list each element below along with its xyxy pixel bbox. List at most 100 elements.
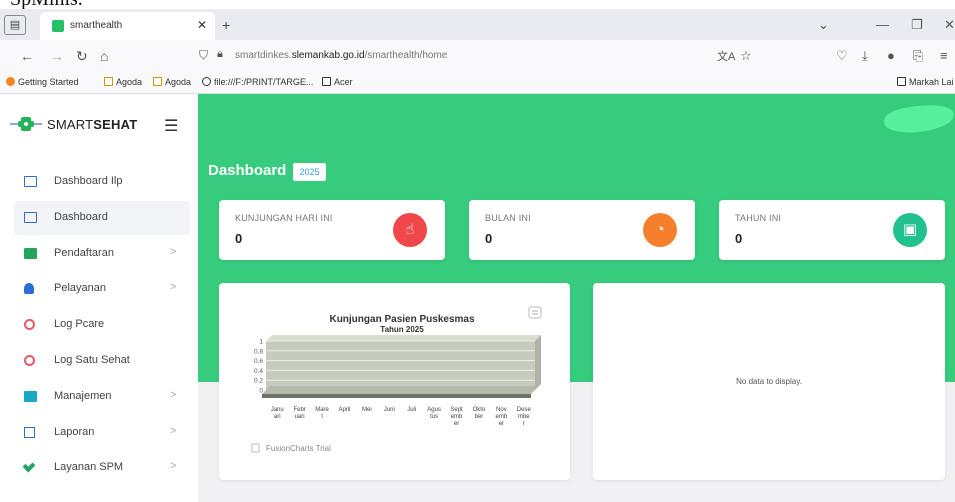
bookmark-star-icon[interactable]: ☆ [740, 48, 752, 64]
fusioncharts-logo-icon [251, 443, 260, 453]
x-tick-label: Mare [315, 407, 329, 413]
y-tick-label: 0.2 [254, 378, 263, 385]
sidebar-item-dashboard[interactable]: Dashboard [14, 200, 190, 235]
folder-icon [322, 77, 331, 86]
x-tick-label: emb [451, 414, 463, 420]
chart-menu-icon[interactable] [528, 306, 542, 319]
sidebar-item-laporan[interactable]: Laporan > [14, 416, 190, 450]
home-icon[interactable]: ⌂ [100, 48, 108, 64]
back-icon[interactable]: ← [20, 48, 34, 64]
plot-top-face [266, 335, 541, 341]
x-tick-label: Juni [384, 407, 395, 413]
chart-floor [262, 386, 539, 394]
agoda-icon [104, 77, 113, 86]
sidebar-item-layanan-spm[interactable]: Layanan SPM > [14, 451, 190, 485]
stat-card-kunjungan-hari-ini: KUNJUNGAN HARI INI 0 ☝ [219, 200, 445, 260]
no-data-message: No data to display. [736, 377, 802, 386]
sidebar-item-label: Pendaftaran [54, 246, 114, 259]
sidebar-item-label: Dashboard Ilp [54, 175, 123, 187]
translate-icon[interactable]: 文A [717, 48, 735, 64]
url-text: smartdinkes.slemankab.go.id/smarthealth/… [235, 50, 447, 61]
sidebar-item-manajemen[interactable]: Manajemen > [14, 380, 190, 414]
x-tick-label: er [499, 421, 504, 427]
x-tick-label: April [338, 407, 350, 413]
sidebar-item-label: Pelayanan [54, 282, 106, 295]
y-tick-label: 0.6 [254, 358, 263, 365]
hamburger-menu-icon[interactable]: ☰ [164, 116, 178, 136]
redaction-scribble [883, 103, 955, 135]
pocket-icon[interactable]: ♡ [836, 48, 848, 64]
minimize-icon[interactable]: — [876, 17, 889, 32]
chevron-right-icon: > [170, 245, 177, 258]
bookmark-acer[interactable]: Acer [322, 77, 353, 87]
x-tick-label: tus [430, 414, 438, 420]
x-tick-label: Febr [293, 407, 305, 413]
x-tick-label: Janu [271, 407, 284, 413]
pie-chart-icon: ◔ [643, 213, 677, 247]
restore-icon[interactable]: ❐ [911, 17, 923, 33]
x-tick-label: Nov [496, 407, 507, 413]
report-icon [24, 426, 35, 438]
tab-list-icon[interactable]: ▤ [4, 15, 26, 35]
bookmark-label: Agoda [116, 77, 143, 87]
download-icon[interactable]: ⤓ [862, 48, 868, 64]
chevron-right-icon: > [170, 281, 177, 294]
sidebar-item-label: Laporan [54, 425, 95, 438]
globe-icon [202, 77, 211, 86]
sidebar-item-dashboard-ilp[interactable]: Dashboard Ilp [14, 165, 190, 199]
x-tick-label: er [454, 421, 459, 427]
y-tick-label: 0.4 [254, 368, 263, 375]
x-tick-label: emb [496, 414, 508, 420]
browser-nav-bar: ← → ↻ ⌂ ⛉ 🔒︎ smartdinkes.slemankab.go.id… [0, 40, 955, 72]
bookmark-agoda-2[interactable]: Agoda [153, 77, 191, 87]
sidebar-item-label: Layanan SPM [54, 461, 124, 474]
extensions-icon[interactable]: ⎘ [913, 48, 923, 64]
chart-subtitle: Tahun 2025 [380, 325, 424, 334]
stat-card-bulan-ini: BULAN INI 0 ◔ [469, 200, 695, 260]
sidebar-item-log-pcare[interactable]: Log Pcare [14, 308, 190, 342]
bookmark-getting-started[interactable]: Getting Started [6, 77, 79, 87]
browser-tab[interactable]: smarthealth ✕ [40, 12, 215, 40]
sidebar-item-label: Manajemen [54, 389, 112, 402]
x-tick-label: ber [475, 414, 484, 420]
sidebar-item-log-satu-sehat[interactable]: Log Satu Sehat [14, 344, 190, 378]
tab-dropdown-icon[interactable]: ⌄ [818, 17, 829, 33]
url-domain: slemankab.go.id [291, 50, 365, 61]
url-bar[interactable]: ⛉ 🔒︎ smartdinkes.slemankab.go.id/smarthe… [195, 45, 755, 67]
new-tab-icon[interactable]: + [222, 17, 230, 33]
sidebar-item-pelayanan[interactable]: Pelayanan > [14, 272, 190, 306]
bookmark-file[interactable]: file:///F:/PRINT/TARGE... [202, 77, 313, 87]
sidebar-item-label: Log Pcare [54, 318, 105, 331]
x-tick-label: uari [295, 414, 305, 420]
close-window-icon[interactable]: ✕ [944, 17, 955, 33]
monitor-icon [24, 211, 37, 223]
user-icon [24, 283, 34, 295]
bookmark-other[interactable]: Markah Lai [897, 77, 954, 87]
bookmark-agoda-1[interactable]: Agoda [104, 77, 142, 87]
bookmark-label: Markah Lai [909, 77, 954, 87]
year-badge[interactable]: 2025 [293, 163, 326, 181]
url-prefix: smartdinkes. [235, 50, 292, 61]
calendar-icon: ▣ [893, 213, 927, 247]
favicon-icon [52, 20, 64, 32]
stat-label: KUNJUNGAN HARI INI [235, 213, 333, 223]
bookmark-label: Acer [334, 77, 353, 87]
empty-chart-card: No data to display. [593, 283, 945, 480]
close-tab-icon[interactable]: ✕ [197, 18, 207, 32]
menu-icon[interactable]: ≡ [940, 48, 948, 63]
stat-label: TAHUN INI [735, 213, 782, 223]
shield-icon: ⛉ [199, 48, 209, 62]
bookmark-label: Getting Started [18, 77, 79, 87]
sidebar-item-pendaftaran[interactable]: Pendaftaran > [14, 237, 190, 271]
chevron-right-icon: > [170, 424, 177, 437]
x-tick-label: Sept [450, 407, 463, 413]
plot-area [266, 341, 535, 390]
monitor-icon [24, 176, 37, 187]
x-tick-label: ari [274, 414, 281, 420]
reload-icon[interactable]: ↻ [76, 48, 88, 65]
document-icon [24, 390, 37, 402]
x-tick-label: mbe [518, 414, 530, 420]
x-tick-label: Juli [407, 407, 416, 413]
forward-icon[interactable]: → [50, 48, 64, 64]
account-icon[interactable]: ● [887, 48, 895, 63]
